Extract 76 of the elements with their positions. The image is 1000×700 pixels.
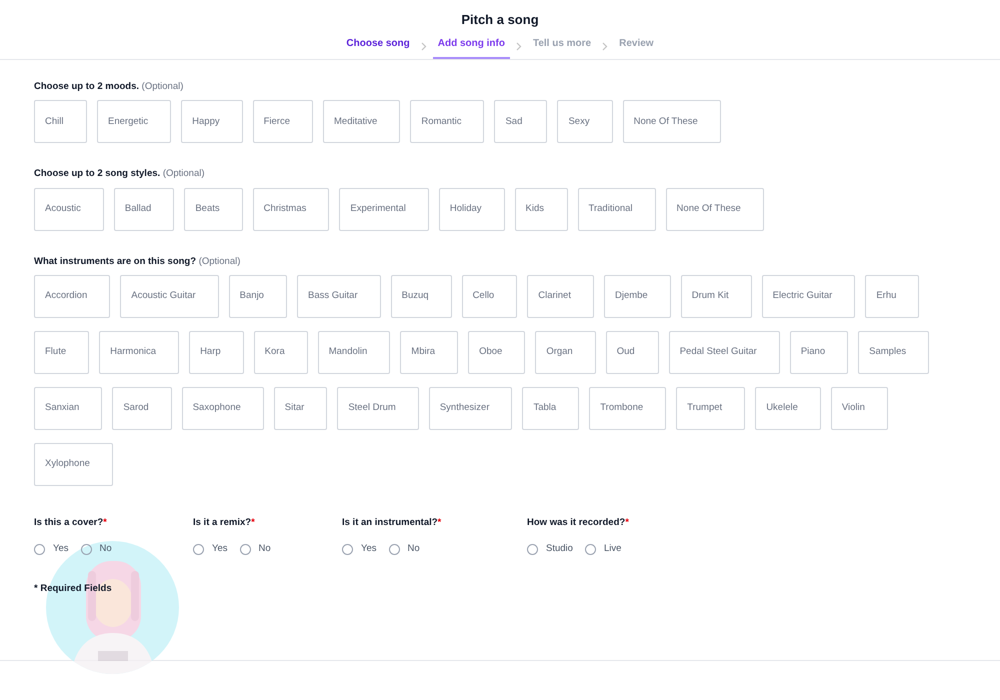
option-chip[interactable]: Energetic xyxy=(97,100,172,144)
radio-option[interactable]: No xyxy=(240,542,271,556)
step-tab[interactable]: Choose song xyxy=(341,36,415,59)
option-chip[interactable]: Saxophone xyxy=(182,386,264,430)
option-chip[interactable]: None Of These xyxy=(666,188,764,230)
radio-option[interactable]: Yes xyxy=(193,542,228,556)
radio-option[interactable]: Yes xyxy=(342,542,376,556)
option-chip[interactable]: Cello xyxy=(462,274,518,318)
option-chip[interactable]: Steel Drum xyxy=(337,386,419,430)
option-chip[interactable]: Beats xyxy=(184,188,243,230)
option-chip[interactable]: Harmonica xyxy=(99,330,180,374)
option-chip[interactable]: Trumpet xyxy=(676,386,746,430)
section-label: What instruments are on this song? (Optional) xyxy=(34,254,242,268)
option-chip[interactable]: Sanxian xyxy=(34,386,102,430)
section-label: Choose up to 2 song styles. (Optional) xyxy=(34,167,206,182)
option-chip[interactable]: Holiday xyxy=(438,188,505,230)
option-chip[interactable]: Kora xyxy=(254,330,308,374)
option-chip[interactable]: Fierce xyxy=(252,100,314,144)
option-chip[interactable]: Ballad xyxy=(114,188,174,230)
page-title: Pitch a song xyxy=(461,11,539,29)
option-chip[interactable]: Bass Guitar xyxy=(296,274,381,318)
option-chip[interactable]: Tabla xyxy=(522,386,580,430)
option-chip[interactable]: Trombone xyxy=(589,386,666,430)
option-chip[interactable]: Accordion xyxy=(34,274,110,318)
chevron-icon xyxy=(516,42,522,51)
option-chip[interactable]: Mbira xyxy=(400,330,458,374)
option-chip[interactable]: Sitar xyxy=(274,386,328,430)
option-chip[interactable]: Acoustic xyxy=(34,188,104,230)
option-chip[interactable]: Clarinet xyxy=(527,274,594,318)
option-chip[interactable]: Electric Guitar xyxy=(762,274,856,318)
option-chip[interactable]: Drum Kit xyxy=(680,274,752,318)
option-chip[interactable]: Pedal Steel Guitar xyxy=(668,330,780,374)
option-chip[interactable]: Meditative xyxy=(323,100,400,144)
step-tab[interactable]: Tell us more xyxy=(528,36,596,59)
option-chip[interactable]: Chill xyxy=(34,100,87,144)
question-label: Is it an instrumental?* xyxy=(342,516,442,530)
radio-option[interactable]: Live xyxy=(584,542,622,556)
step-tab[interactable]: Review xyxy=(614,36,659,59)
option-chip[interactable]: Experimental xyxy=(339,188,429,230)
option-chip[interactable]: Christmas xyxy=(252,188,330,230)
option-chip[interactable]: Oud xyxy=(606,330,659,374)
radio-option[interactable]: No xyxy=(388,542,420,556)
required-fields-note: * Required Fields xyxy=(34,582,112,596)
option-chip[interactable]: None Of These xyxy=(622,100,721,144)
option-chip[interactable]: Piano xyxy=(790,330,848,374)
option-chip[interactable]: Flute xyxy=(34,330,90,374)
question-label: Is this a cover?* xyxy=(34,516,108,530)
option-chip[interactable]: Sexy xyxy=(557,100,613,144)
chevron-icon xyxy=(602,42,608,51)
option-chip[interactable]: Traditional xyxy=(578,188,656,230)
radio-option[interactable]: Studio xyxy=(527,542,573,556)
option-chip[interactable]: Samples xyxy=(858,330,930,374)
option-chip[interactable]: Acoustic Guitar xyxy=(120,274,219,318)
radio-option[interactable]: Yes xyxy=(34,542,68,556)
option-chip[interactable]: Kids xyxy=(514,188,568,230)
option-chip[interactable]: Sad xyxy=(494,100,548,144)
option-chip[interactable]: Djembe xyxy=(604,274,671,318)
step-tab[interactable]: Add song info xyxy=(432,36,510,59)
option-chip[interactable]: Romantic xyxy=(410,100,484,144)
chevron-icon xyxy=(420,42,427,51)
option-chip[interactable]: Sarod xyxy=(112,386,172,430)
option-chip[interactable]: Synthesizer xyxy=(428,386,512,430)
option-chip[interactable]: Happy xyxy=(181,100,243,144)
option-chip[interactable]: Oboe xyxy=(468,330,526,374)
question-label: Is it a remix?* xyxy=(193,516,256,530)
option-chip[interactable]: Erhu xyxy=(865,274,920,318)
option-chip[interactable]: Violin xyxy=(830,386,888,430)
option-chip[interactable]: Ukelele xyxy=(755,386,821,430)
question-label: How was it recorded?* xyxy=(527,516,630,530)
option-chip[interactable]: Buzuq xyxy=(390,274,452,318)
option-chip[interactable]: Harp xyxy=(189,330,244,374)
option-chip[interactable]: Organ xyxy=(535,330,596,374)
section-label: Choose up to 2 moods. (Optional) xyxy=(34,80,184,94)
option-chip[interactable]: Xylophone xyxy=(34,442,113,486)
option-chip[interactable]: Banjo xyxy=(228,274,287,318)
option-chip[interactable]: Mandolin xyxy=(318,330,390,374)
